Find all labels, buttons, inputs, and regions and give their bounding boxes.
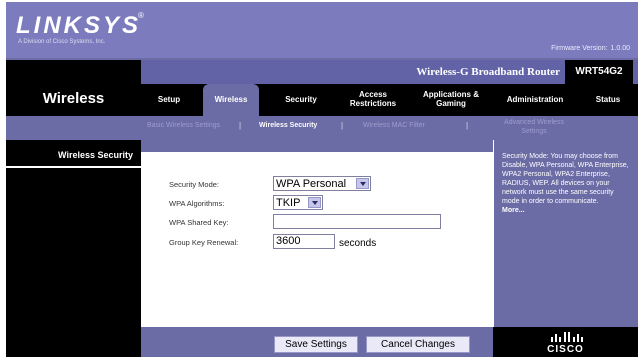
cancel-changes-button[interactable]: Cancel Changes [366,336,470,353]
wpa-algorithms-label: WPA Algorithms: [169,199,225,208]
group-key-renewal-label: Group Key Renewal: [169,238,239,247]
save-settings-button[interactable]: Save Settings [274,336,358,353]
section-title-cell: Wireless [6,60,141,116]
subtab-wireless-security[interactable]: Wireless Security [259,122,317,129]
registered-mark: ® [138,11,144,20]
help-more-link[interactable]: More... [502,207,525,214]
subtab-advanced-wireless[interactable]: Advanced Wireless Settings [499,118,569,136]
subtab-separator: | [341,121,344,130]
main-tab-bar: Setup Wireless Security Access Restricti… [141,84,638,116]
renewal-unit: seconds [339,238,377,249]
tab-security[interactable]: Security [271,84,331,116]
left-section-heading: Wireless Security [58,150,133,160]
chevron-down-icon[interactable] [308,197,321,208]
firmware-label: Firmware Version: [551,45,608,52]
tab-administration[interactable]: Administration [493,84,577,116]
sub-tab-bar: Basic Wireless Settings | Wireless Secur… [141,116,638,140]
bottom-left-bar [6,327,141,357]
tab-applications-gaming[interactable]: Applications & Gaming [415,84,487,116]
settings-form: Security Mode: WPA Personal WPA Algorith… [141,152,493,327]
shared-key-label: WPA Shared Key: [169,218,229,227]
help-panel: Security Mode: You may choose from Disab… [493,140,638,327]
divider [6,166,141,168]
page-title: Wireless [42,90,105,107]
security-mode-label: Security Mode: [169,180,220,189]
wpa-algorithms-value: TKIP [276,196,301,209]
tab-wireless[interactable]: Wireless [203,84,259,116]
router-page: LINKSYS ® A Division of Cisco Systems, I… [6,2,638,357]
tab-access-restrictions[interactable]: Access Restrictions [337,84,409,116]
tab-setup[interactable]: Setup [147,84,191,116]
tab-status[interactable]: Status [581,84,635,116]
cisco-logo-icon [551,332,583,342]
chevron-down-icon[interactable] [356,178,369,189]
bottom-button-bar: Save Settings Cancel Changes [141,327,493,357]
cisco-brand-area: CISCO [493,327,638,357]
subtab-separator: | [239,121,242,130]
model-number: WRT54G2 [565,60,633,84]
linksys-logo: LINKSYS [16,12,142,39]
left-column: Wireless Security [6,140,141,327]
header-band: LINKSYS ® A Division of Cisco Systems, I… [6,2,638,58]
group-key-renewal-input[interactable]: 3600 [273,234,335,249]
help-text: Security Mode: You may choose from Disab… [502,152,632,215]
subtab-basic-wireless[interactable]: Basic Wireless Settings [147,122,220,129]
help-body: Security Mode: You may choose from Disab… [502,153,629,205]
subtab-separator: | [466,121,469,130]
firmware-value: 1.0.00 [610,45,630,52]
product-row: Wireless-G Broadband Router WRT54G2 [141,60,638,84]
wpa-algorithms-select[interactable]: TKIP [273,195,323,210]
cisco-wordmark: CISCO [547,344,584,355]
subtab-mac-filter[interactable]: Wireless MAC Filter [363,122,425,129]
security-mode-value: WPA Personal [276,177,347,190]
product-name: Wireless-G Broadband Router [416,66,560,78]
shared-key-input[interactable] [273,214,441,229]
firmware-version: Firmware Version: 1.0.00 [548,45,630,52]
security-mode-select[interactable]: WPA Personal [273,176,371,191]
logo-subtitle: A Division of Cisco Systems, Inc. [18,39,106,45]
